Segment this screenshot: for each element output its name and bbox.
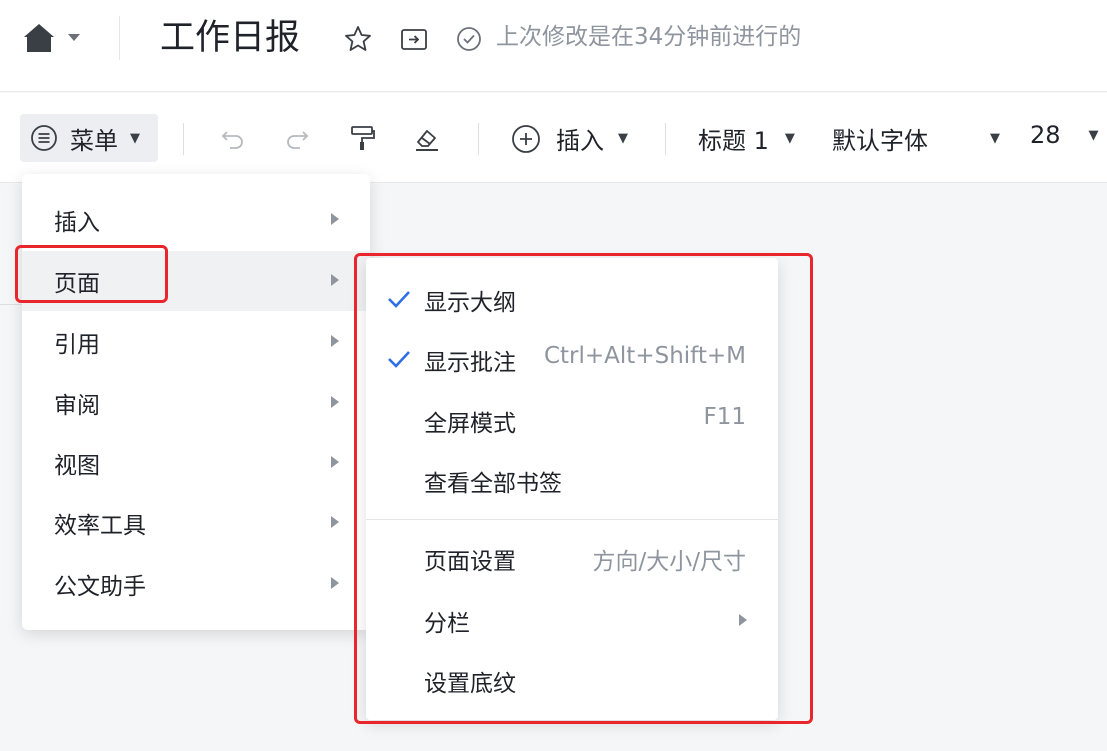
font-size-value: 28 [1030,121,1061,149]
submenu-arrow-icon [331,274,339,286]
submenu-arrow-icon [739,614,747,626]
submenu-item-label: 查看全部书签 [424,471,562,497]
check-icon [388,351,410,368]
submenu-arrow-icon [331,335,339,347]
menu-item-review[interactable]: 审阅 [22,373,370,433]
caret-down-icon: ▼ [618,131,628,146]
heading-style-value: 标题 1 [698,127,769,155]
menu-item-label: 效率工具 [54,513,146,539]
submenu-item-label: 分栏 [424,611,470,637]
font-size-select[interactable]: 28 ▼ [1030,121,1099,149]
insert-button[interactable]: 插入 ▼ [510,121,628,156]
caret-down-icon: ▼ [990,131,1000,146]
menu-item-efficiency-tools[interactable]: 效率工具 [22,493,370,553]
chevron-down-icon [68,34,80,41]
main-menu-dropdown: 插入 页面 引用 审阅 视图 效率工具 公文助手 [22,174,370,630]
star-icon[interactable] [343,24,373,54]
move-to-folder-icon[interactable] [399,24,429,54]
submenu-item-view-bookmarks[interactable]: 查看全部书签 [366,451,778,511]
page-edge [0,304,22,305]
home-icon [24,24,54,52]
menu-item-page[interactable]: 页面 [22,251,370,311]
shortcut-hint: 方向/大小/尺寸 [592,549,747,575]
submenu-item-label: 全屏模式 [424,411,516,437]
caret-down-icon: ▼ [1088,127,1099,143]
header-divider [119,16,120,60]
page-submenu: 显示大纲 显示批注 Ctrl+Alt+Shift+M 全屏模式 F11 查看全部… [366,258,778,720]
toolbar-divider [665,123,666,155]
submenu-item-show-outline[interactable]: 显示大纲 [366,270,778,330]
menu-item-view[interactable]: 视图 [22,433,370,493]
menu-button-label: 菜单 [70,126,118,155]
undo-icon[interactable] [218,123,248,153]
submenu-divider [366,519,778,520]
menu-item-label: 视图 [54,453,100,479]
format-painter-icon[interactable] [347,123,377,153]
toolbar: 菜单 ▼ 插入 ▼ 标题 1 ▼ 默认字体 ▼ 28 ▼ [0,93,1107,183]
submenu-arrow-icon [331,516,339,528]
redo-icon[interactable] [282,123,312,153]
shortcut-hint: F11 [703,404,747,430]
check-circle-icon [454,24,484,54]
menu-button[interactable]: 菜单 ▼ [20,114,158,162]
document-title[interactable]: 工作日报 [160,15,300,61]
shortcut-hint: Ctrl+Alt+Shift+M [543,343,746,369]
toolbar-divider [183,123,184,155]
submenu-arrow-icon [331,396,339,408]
menu-item-label: 引用 [54,332,100,358]
menu-item-label: 公文助手 [54,574,146,600]
menu-item-document-assistant[interactable]: 公文助手 [22,554,370,614]
last-modified-status: 上次修改是在34分钟前进行的 [496,24,802,50]
plus-circle-icon [512,124,540,153]
submenu-item-label: 设置底纹 [424,671,516,697]
font-family-value: 默认字体 [832,127,928,155]
heading-style-select[interactable]: 标题 1 ▼ [698,121,795,156]
submenu-item-label: 显示大纲 [424,290,516,316]
menu-item-label: 审阅 [54,393,100,419]
menu-icon [31,125,57,151]
submenu-arrow-icon [331,213,339,225]
home-menu-button[interactable] [22,18,92,58]
eraser-icon[interactable] [412,123,442,153]
submenu-item-show-comments[interactable]: 显示批注 Ctrl+Alt+Shift+M [366,330,778,390]
check-icon [388,291,410,308]
submenu-item-fullscreen[interactable]: 全屏模式 F11 [366,391,778,451]
caret-down-icon: ▼ [130,130,140,146]
submenu-arrow-icon [331,577,339,589]
font-family-select[interactable]: 默认字体 ▼ [832,121,1000,156]
submenu-item-columns[interactable]: 分栏 [366,591,778,651]
submenu-arrow-icon [331,456,339,468]
header-bar: 工作日报 上次修改是在34分钟前进行的 [0,0,1107,92]
toolbar-divider [478,123,479,155]
menu-item-label: 页面 [54,271,100,297]
insert-button-label: 插入 [556,127,604,155]
submenu-item-set-shading[interactable]: 设置底纹 [366,651,778,711]
caret-down-icon: ▼ [784,131,795,146]
menu-item-label: 插入 [54,210,100,236]
menu-item-insert[interactable]: 插入 [22,190,370,250]
submenu-item-label: 页面设置 [424,549,516,575]
menu-item-reference[interactable]: 引用 [22,312,370,372]
submenu-item-label: 显示批注 [424,350,516,376]
submenu-item-page-setup[interactable]: 页面设置 方向/大小/尺寸 [366,529,778,589]
